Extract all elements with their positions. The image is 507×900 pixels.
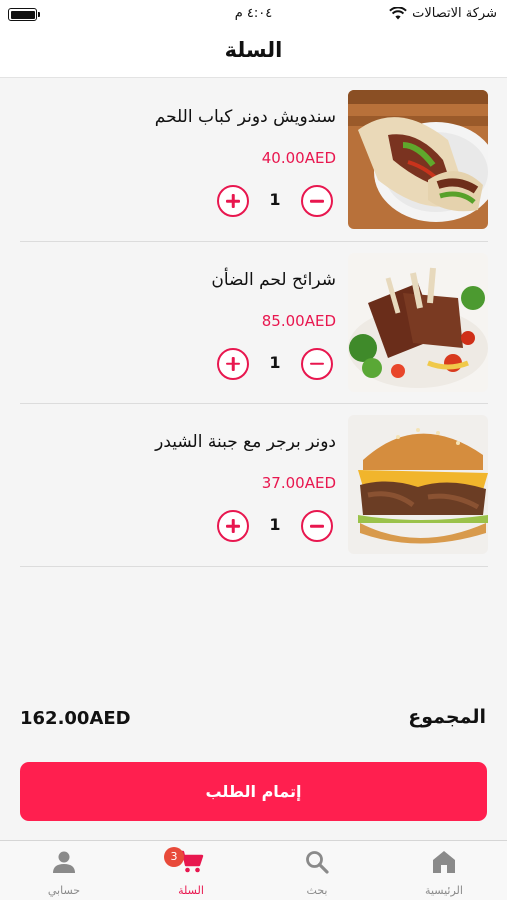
home-icon	[433, 851, 455, 873]
tab-label: الرئيسية	[425, 884, 463, 897]
tab-label: السلة	[178, 884, 204, 897]
tab-cart[interactable]: 3 السلة	[128, 841, 254, 900]
doner-burger-image	[348, 415, 488, 554]
item-price: 85.00AED	[261, 311, 336, 330]
battery-icon	[8, 8, 40, 21]
person-icon	[53, 851, 75, 873]
page-title: السلة	[224, 38, 283, 62]
status-time: ٤:٠٤ م	[234, 6, 273, 21]
search-icon	[306, 851, 329, 874]
cart-item: دونر برجر مع جبنة الشيدر 37.00AED 1	[20, 404, 488, 567]
item-price: 40.00AED	[261, 149, 336, 167]
total-value: 162.00AED	[20, 708, 131, 729]
cart-list: سندويش دونر كباب اللحم 40.00AED 1 شرائح …	[20, 79, 488, 567]
tab-bar: الرئيسية بحث 3 السلة حسابي	[0, 840, 507, 900]
status-bar: شركة الاتصالات ٤:٠٤ م	[0, 0, 507, 30]
checkout-button[interactable]: إتمام الطلب	[20, 762, 487, 821]
decrease-quantity-button[interactable]	[301, 347, 333, 380]
cart-item: شرائح لحم الضأن 85.00AED 1	[20, 242, 488, 404]
increase-quantity-button[interactable]	[217, 510, 249, 542]
cart-count-badge: 3	[164, 847, 184, 867]
quantity-stepper: 1	[217, 185, 333, 217]
decrease-quantity-button[interactable]	[301, 510, 333, 542]
increase-quantity-button[interactable]	[217, 185, 249, 217]
tab-home[interactable]: الرئيسية	[381, 841, 507, 900]
quantity-stepper: 1	[217, 347, 333, 380]
tab-label: حسابي	[47, 884, 81, 897]
decrease-quantity-button[interactable]	[301, 185, 333, 217]
item-price: 37.00AED	[261, 474, 336, 492]
quantity-value: 1	[269, 352, 281, 372]
cart-item: سندويش دونر كباب اللحم 40.00AED 1	[20, 79, 488, 242]
total-label: المجموع	[408, 706, 486, 728]
quantity-stepper: 1	[217, 510, 333, 542]
doner-wrap-image	[348, 90, 488, 229]
quantity-value: 1	[269, 515, 281, 534]
tab-label: بحث	[306, 884, 328, 897]
header: السلة	[0, 30, 507, 78]
item-name: دونر برجر مع جبنة الشيدر	[155, 432, 336, 452]
lamb-chops-image	[348, 252, 488, 392]
tab-account[interactable]: حسابي	[1, 841, 127, 900]
increase-quantity-button[interactable]	[217, 347, 249, 380]
item-name: سندويش دونر كباب اللحم	[154, 107, 336, 127]
quantity-value: 1	[269, 190, 281, 209]
total-row: المجموع 162.00AED	[20, 706, 486, 736]
tab-search[interactable]: بحث	[254, 841, 380, 900]
item-name: شرائح لحم الضأن	[211, 269, 336, 290]
